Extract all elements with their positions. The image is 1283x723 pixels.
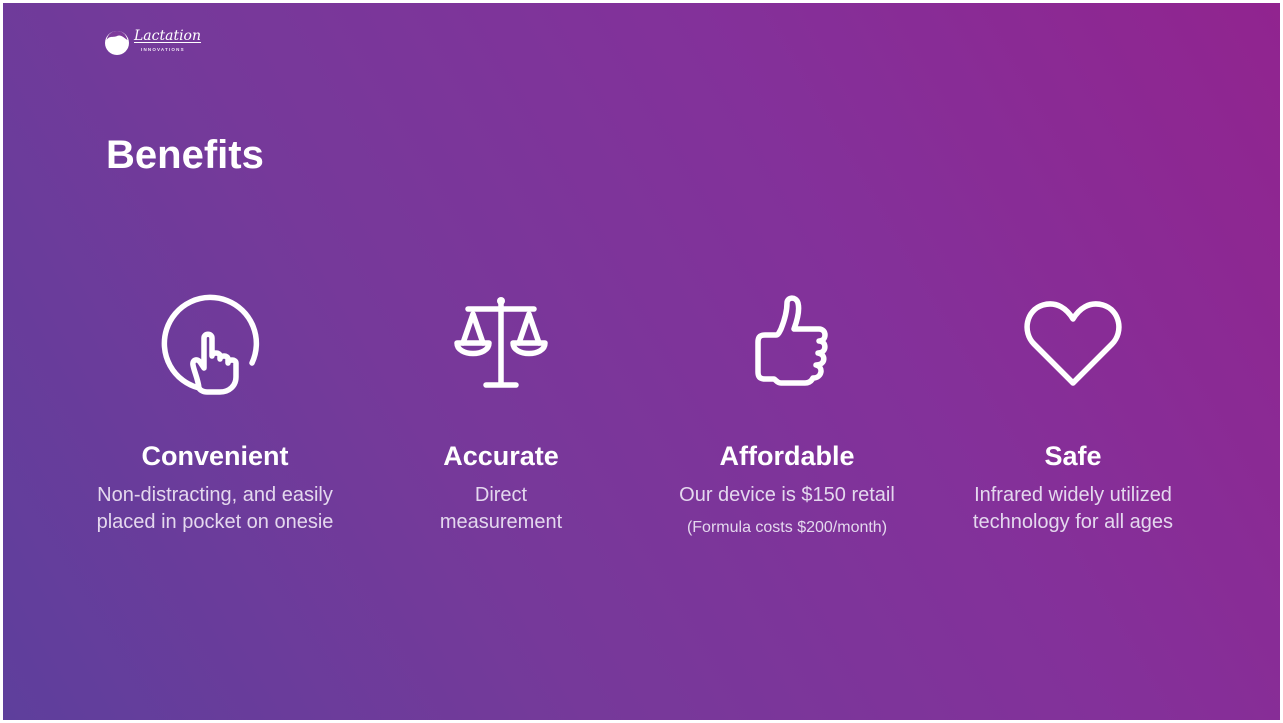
- slide: Lactation INNOVATIONS Benefits Convenien…: [3, 3, 1280, 720]
- benefit-safe: Safe Infrared widely utilized technology…: [923, 283, 1223, 533]
- logo-mark-icon: [105, 31, 129, 55]
- benefit-title: Accurate: [443, 441, 559, 471]
- benefit-description: Our device is $150 retail: [637, 482, 937, 509]
- benefit-description-line: Infrared widely utilized: [974, 484, 1172, 506]
- benefit-title: Safe: [1044, 441, 1102, 471]
- benefit-description-line: placed in pocket on onesie: [96, 511, 334, 533]
- slide-title: Benefits: [106, 133, 264, 177]
- brand-logo: Lactation INNOVATIONS: [103, 27, 223, 57]
- benefit-description-line: Non-distracting, and easily: [97, 484, 333, 506]
- benefit-description-line: technology for all ages: [972, 511, 1174, 533]
- benefit-description-line: measurement: [439, 511, 563, 533]
- benefit-description: Non-distracting, and easily placed in po…: [65, 482, 365, 536]
- benefit-description: Direct measurement: [351, 482, 651, 536]
- logo-wordmark: Lactation: [134, 28, 202, 44]
- benefit-affordable: Affordable Our device is $150 retail (Fo…: [637, 283, 937, 536]
- scales-icon: [454, 297, 548, 388]
- heart-icon: [1024, 301, 1122, 386]
- logo-subtitle: INNOVATIONS: [141, 47, 185, 52]
- thumbs-up-icon: [755, 295, 828, 386]
- benefit-description-line: Our device is $150 retail: [679, 484, 895, 506]
- benefit-accurate: Accurate Direct measurement: [351, 283, 651, 533]
- benefit-footnote: (Formula costs $200/month): [686, 519, 888, 536]
- benefit-title: Affordable: [719, 441, 855, 471]
- benefit-description: Infrared widely utilized technology for …: [923, 482, 1223, 536]
- benefit-convenient: Convenient Non-distracting, and easily p…: [65, 283, 365, 533]
- benefit-title: Convenient: [141, 441, 289, 471]
- touch-hand-icon: [161, 294, 260, 395]
- benefit-description-line: Direct: [474, 484, 528, 506]
